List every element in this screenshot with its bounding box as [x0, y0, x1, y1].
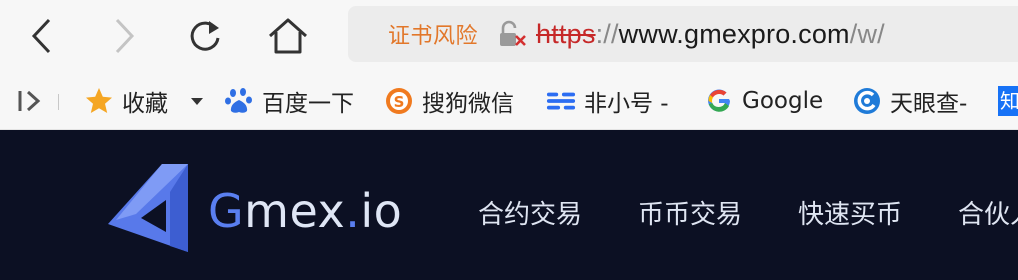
bookmark-google[interactable]: Google — [704, 72, 823, 130]
gmex-logo-icon[interactable] — [108, 162, 192, 258]
chevron-left-icon — [31, 18, 51, 54]
nav-link-contract-trading[interactable]: 合约交易 — [478, 194, 582, 231]
logo-text-mex: mex — [244, 184, 346, 238]
nav-link-partner[interactable]: 合伙人 — [958, 194, 1018, 231]
baidu-paw-icon — [224, 86, 254, 116]
back-button[interactable] — [14, 6, 70, 66]
broken-lock-icon[interactable] — [496, 19, 526, 49]
zhihu-icon: 知 — [998, 86, 1018, 116]
url-host: www.gmexpro.com — [618, 18, 850, 49]
cert-warning[interactable]: 证书风险 — [388, 18, 478, 50]
bookmark-zhihu[interactable]: 知 — [998, 72, 1018, 130]
bookmark-label: Google — [742, 88, 824, 114]
nav-link-spot-trading[interactable]: 币币交易 — [638, 194, 742, 231]
url-scheme: https — [536, 18, 596, 49]
home-button[interactable] — [260, 6, 316, 66]
nav-link-quick-buy[interactable]: 快速买币 — [798, 194, 902, 231]
feixiaohao-icon — [546, 86, 576, 116]
home-icon — [269, 18, 307, 54]
caret-down-icon[interactable] — [190, 96, 204, 106]
chevron-right-icon — [115, 18, 135, 54]
bookmarks-bar: 收藏 百度一下 S 搜狗微信 非小号 - Google 天眼查- 知 — [0, 72, 1018, 130]
bookmark-tianyancha[interactable]: 天眼查- — [852, 72, 967, 130]
bookmark-sogou[interactable]: S 搜狗微信 — [384, 72, 514, 130]
bookmark-favorites[interactable]: 收藏 — [84, 72, 204, 130]
reload-button[interactable] — [177, 6, 233, 66]
tianyancha-icon — [852, 86, 882, 116]
star-icon — [84, 86, 114, 116]
logo-letter-g: G — [208, 184, 245, 238]
svg-text:S: S — [394, 93, 405, 111]
url-path: /w/ — [849, 18, 885, 49]
url-text[interactable]: https://www.gmexpro.com/w/ — [536, 19, 885, 50]
bookmark-label: 百度一下 — [262, 91, 354, 117]
forward-button[interactable] — [96, 6, 152, 66]
bookmark-feixiaohao[interactable]: 非小号 - — [546, 72, 669, 130]
url-separator: :// — [595, 18, 619, 49]
bookmark-label: 收藏 — [122, 91, 168, 117]
site-logo-text[interactable]: Gmex.io — [208, 184, 402, 238]
logo-text-io: io — [360, 184, 403, 238]
sidebar-toggle-icon — [18, 90, 41, 112]
bookmark-divider — [58, 94, 59, 110]
browser-toolbar: 证书风险 https://www.gmexpro.com/w/ — [0, 0, 1018, 72]
sogou-icon: S — [384, 86, 414, 116]
bookmark-label: 天眼查- — [890, 91, 968, 117]
bookmark-label: 搜狗微信 — [422, 91, 514, 117]
sidebar-toggle-button[interactable] — [16, 72, 44, 130]
address-bar[interactable]: 证书风险 https://www.gmexpro.com/w/ — [348, 6, 1018, 62]
site-header: Gmex.io 合约交易 币币交易 快速买币 合伙人 — [0, 130, 1018, 280]
google-icon — [704, 86, 734, 116]
bookmark-label: 知 — [1000, 89, 1018, 113]
bookmark-label: 非小号 - — [584, 91, 669, 117]
bookmark-baidu[interactable]: 百度一下 — [224, 72, 354, 130]
logo-dot: . — [345, 184, 361, 238]
reload-icon — [190, 21, 220, 51]
